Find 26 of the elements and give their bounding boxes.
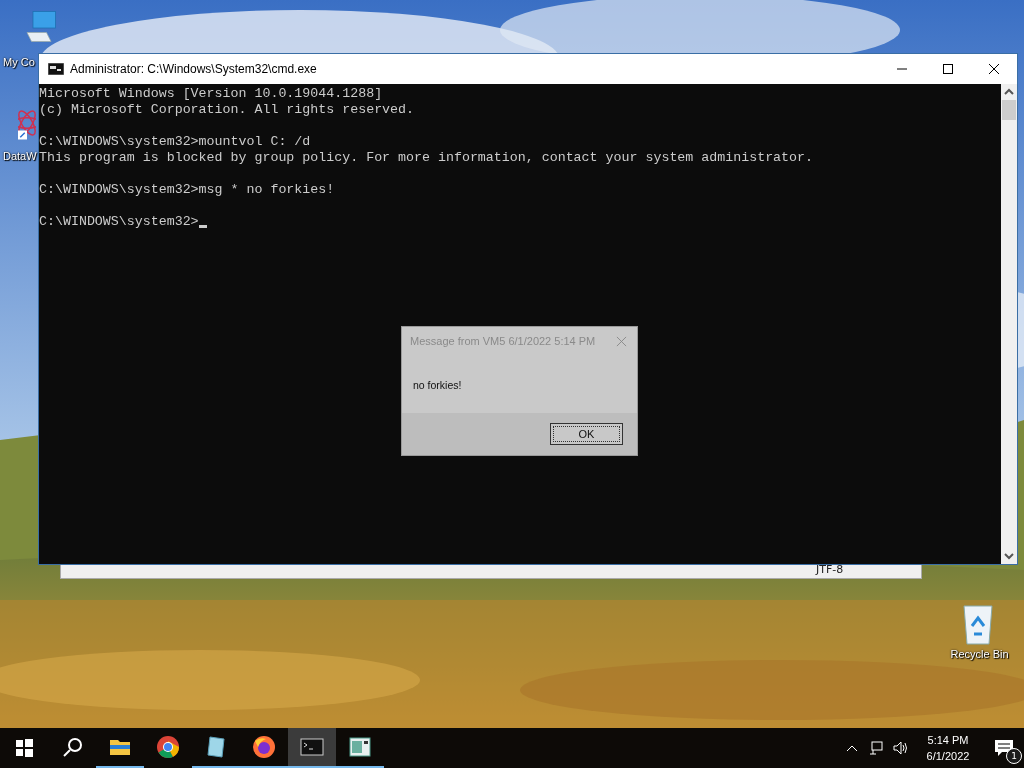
console-line: This program is blocked by group policy. For more information, contact your system administrator. <box>39 150 813 166</box>
scrollbar[interactable] <box>1001 84 1017 564</box>
console-icon <box>300 735 324 759</box>
clock-time[interactable]: 5:14 PM <box>927 732 969 748</box>
ok-button[interactable]: OK <box>550 423 623 445</box>
browser-icon <box>252 735 276 759</box>
desktop-icon-label[interactable]: My Co <box>0 56 35 68</box>
clock-date[interactable]: 6/1/2022 <box>926 748 970 764</box>
taskbar-app[interactable] <box>288 728 336 768</box>
console-line: C:\WINDOWS\system32>mountvol C: /d <box>39 134 311 150</box>
console-icon <box>48 63 64 75</box>
browser-icon <box>156 735 180 759</box>
document-icon <box>348 735 372 759</box>
console-line: C:\WINDOWS\system32>msg * no forkies! <box>39 182 335 198</box>
console-line: C:\WINDOWS\system32> <box>39 214 199 230</box>
scroll-thumb[interactable] <box>1002 100 1016 120</box>
window-title: Administrator: C:\Windows\System32\cmd.exe <box>70 62 317 76</box>
console-line: Microsoft Windows [Version 10.0.19044.1288] <box>39 86 383 102</box>
dialog-title: Message from VM5 6/1/2022 5:14 PM <box>410 335 596 347</box>
console-line: (c) Microsoft Corporation. All rights reserved. <box>39 102 415 118</box>
speaker-icon[interactable] <box>892 740 908 756</box>
status-text: JTF-8 <box>816 563 844 576</box>
notification-badge: 1 <box>1006 748 1022 764</box>
network-icon[interactable] <box>868 740 884 756</box>
dialog-message: no forkies! <box>413 379 462 391</box>
notepad-icon <box>204 735 228 759</box>
